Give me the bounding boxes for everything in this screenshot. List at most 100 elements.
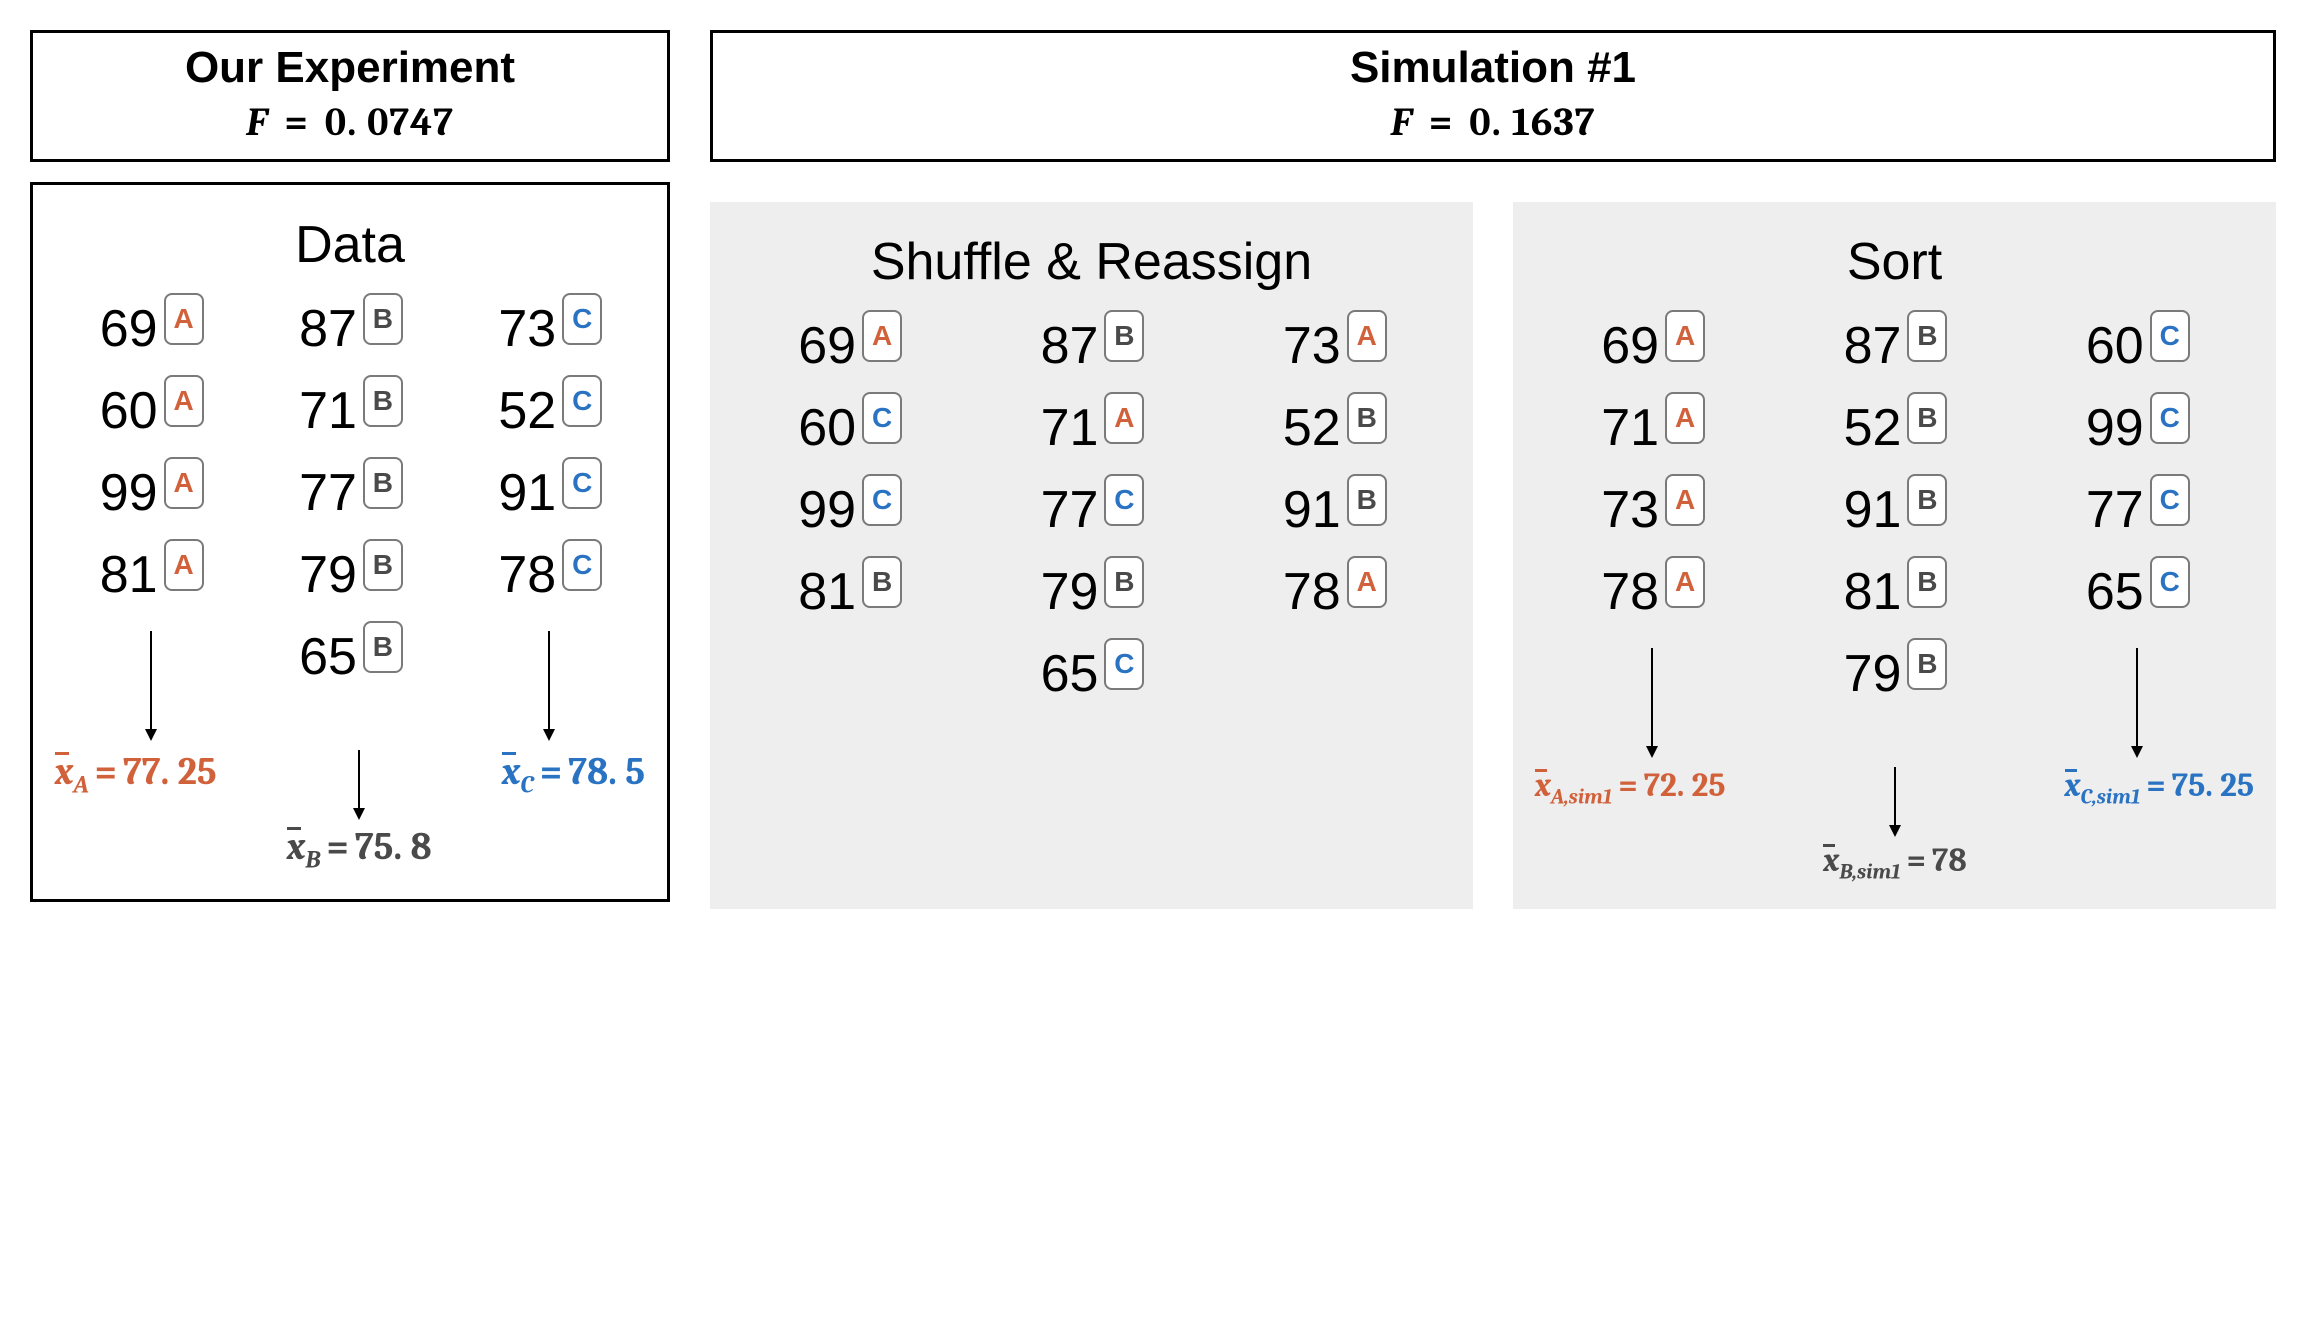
group-tag-c: C <box>562 457 602 509</box>
group-tag-b: B <box>1907 392 1947 444</box>
data-cell: 73C <box>498 303 600 355</box>
data-cell: 79B <box>299 549 401 601</box>
group-tag-b: B <box>1347 392 1387 444</box>
data-cell: 81B <box>1844 566 1946 618</box>
data-col-a: 69A 60A 99A 81A <box>100 303 202 746</box>
data-cell: 71A <box>1041 402 1143 454</box>
shuffle-panel: Shuffle & Reassign 69A 60C 99C 81B 87B 71A 77… <box>710 202 1473 909</box>
group-tag-a: A <box>164 293 204 345</box>
data-cell: 69A <box>100 303 202 355</box>
data-columns: 69A 60A 99A 81A 87B 71B 77B 79B 65B 73C 52C 91C 78… <box>51 303 649 746</box>
shuffle-columns: 69A60C99C81B 87B71A77C79B65C 73A52B91B78… <box>728 320 1455 730</box>
group-tag-c: C <box>2150 474 2190 526</box>
group-tag-a: A <box>1665 310 1705 362</box>
data-cell: 52B <box>1283 402 1385 454</box>
group-tag-a: A <box>1665 474 1705 526</box>
data-cell: 99C <box>2086 402 2188 454</box>
arrow-down-icon <box>1888 767 1902 842</box>
page-root: Our Experiment F = 0. 0747 Data 69A 60A 99… <box>30 30 2276 909</box>
data-means: xA=77. 25 xB=75. 8 xC=78. 5 <box>51 750 649 875</box>
group-tag-a: A <box>1665 556 1705 608</box>
our-experiment-section: Our Experiment F = 0. 0747 Data 69A 60A 99… <box>30 30 670 902</box>
data-cell: 52B <box>1844 402 1946 454</box>
group-tag-b: B <box>363 293 403 345</box>
group-tag-c: C <box>562 293 602 345</box>
sort-col-a: 69A71A73A78A <box>1601 320 1703 763</box>
data-cell: 81A <box>100 549 202 601</box>
arrow-down-icon <box>542 631 556 746</box>
data-cell: 65B <box>299 631 401 683</box>
sort-means: xA,sim1=72. 25 xB,sim1=78 xC,sim1=75. 25 <box>1531 767 2258 885</box>
group-tag-c: C <box>2150 392 2190 444</box>
data-cell: 99C <box>798 484 900 536</box>
shuffle-col-1: 69A 60C 99C 81B <box>798 320 900 730</box>
group-tag-a: A <box>164 375 204 427</box>
our-experiment-header: Our Experiment F = 0. 0747 <box>30 30 670 162</box>
data-cell: 71A <box>1601 402 1703 454</box>
group-tag-b: B <box>862 556 902 608</box>
arrow-down-icon <box>2130 648 2144 763</box>
data-cell: 78A <box>1283 566 1385 618</box>
data-cell: 71B <box>299 385 401 437</box>
group-tag-c: C <box>1104 638 1144 690</box>
data-cell: 79B <box>1844 648 1946 700</box>
group-tag-b: B <box>363 375 403 427</box>
group-tag-b: B <box>1347 474 1387 526</box>
f-variable: F <box>1390 99 1412 145</box>
group-tag-c: C <box>2150 556 2190 608</box>
data-cell: 65C <box>1041 648 1143 700</box>
mean-b: xB=75. 8 <box>287 825 432 875</box>
simulation-section: Simulation #1 F = 0. 1637 Shuffle & Reas… <box>710 30 2276 909</box>
data-cell: 81B <box>798 566 900 618</box>
sort-panel-title: Sort <box>1531 232 2258 292</box>
group-tag-b: B <box>1104 310 1144 362</box>
our-experiment-f-stat: F = 0. 0747 <box>53 99 647 145</box>
f-value: 0. 0747 <box>325 99 454 145</box>
data-col-c: 73C 52C 91C 78C <box>498 303 600 746</box>
group-tag-b: B <box>363 621 403 673</box>
data-panel-title: Data <box>51 215 649 275</box>
data-cell: 99A <box>100 467 202 519</box>
data-cell: 52C <box>498 385 600 437</box>
group-tag-c: C <box>2150 310 2190 362</box>
group-tag-c: C <box>862 392 902 444</box>
group-tag-c: C <box>1104 474 1144 526</box>
sort-mean-c: xC,sim1=75. 25 <box>2065 767 2254 810</box>
data-cell: 78C <box>498 549 600 601</box>
group-tag-b: B <box>1104 556 1144 608</box>
group-tag-a: A <box>1347 310 1387 362</box>
mean-c: xC=78. 5 <box>502 750 645 800</box>
group-tag-a: A <box>164 457 204 509</box>
mean-a: xA=77. 25 <box>55 750 217 800</box>
data-cell: 60A <box>100 385 202 437</box>
data-cell: 91C <box>498 467 600 519</box>
shuffle-panel-title: Shuffle & Reassign <box>728 232 1455 292</box>
group-tag-c: C <box>862 474 902 526</box>
group-tag-b: B <box>1907 556 1947 608</box>
data-cell: 65C <box>2086 566 2188 618</box>
data-cell: 87B <box>299 303 401 355</box>
data-cell: 91B <box>1283 484 1385 536</box>
group-tag-b: B <box>1907 310 1947 362</box>
arrow-down-icon <box>1645 648 1659 763</box>
data-cell: 87B <box>1041 320 1143 372</box>
sort-col-b: 87B52B91B81B79B <box>1844 320 1946 763</box>
sort-panel: Sort 69A71A73A78A 87B52B91B81B79B 60C99C… <box>1513 202 2276 909</box>
data-cell: 77C <box>1041 484 1143 536</box>
data-cell: 60C <box>798 402 900 454</box>
data-cell: 87B <box>1844 320 1946 372</box>
simulation-header: Simulation #1 F = 0. 1637 <box>710 30 2276 162</box>
sort-mean-a: xA,sim1=72. 25 <box>1535 767 1726 810</box>
sort-mean-b: xB,sim1=78 <box>1823 842 1966 885</box>
data-cell: 77B <box>299 467 401 519</box>
data-panel: Data 69A 60A 99A 81A 87B 71B 77B 79B 65B 73C 52C… <box>30 182 670 902</box>
data-cell: 69A <box>1601 320 1703 372</box>
data-col-b: 87B 71B 77B 79B 65B <box>299 303 401 746</box>
group-tag-c: C <box>562 375 602 427</box>
group-tag-a: A <box>1104 392 1144 444</box>
simulation-title: Simulation #1 <box>733 43 2253 93</box>
group-tag-b: B <box>363 539 403 591</box>
group-tag-c: C <box>562 539 602 591</box>
data-cell: 69A <box>798 320 900 372</box>
shuffle-col-2: 87B71A77C79B65C <box>1041 320 1143 730</box>
